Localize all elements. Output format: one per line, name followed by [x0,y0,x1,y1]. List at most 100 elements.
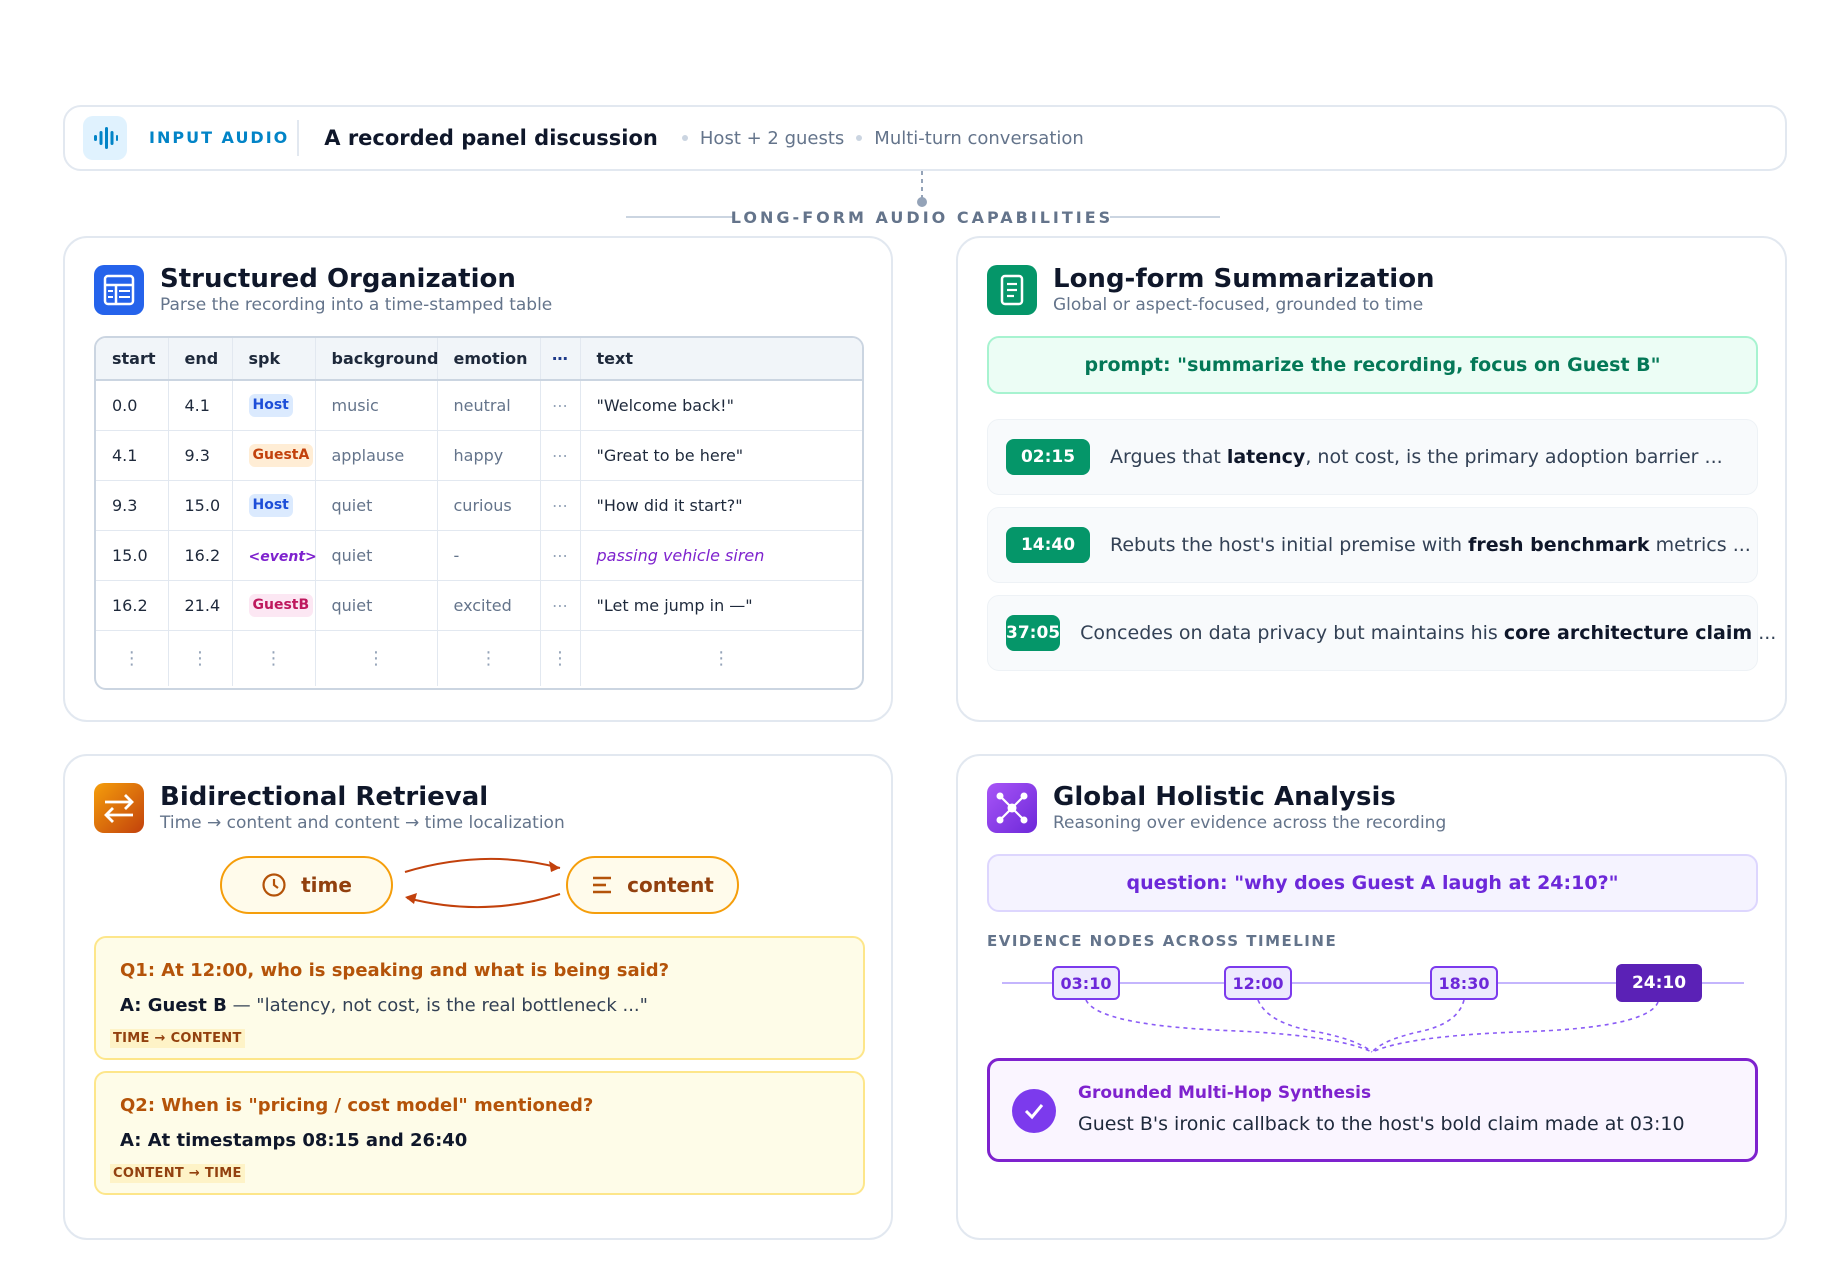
table-header-row: start end spk background emotion ⋯ text [96,338,862,381]
direction-tag: CONTENT → TIME [110,1164,245,1183]
synthesis-title: Grounded Multi-Hop Synthesis [1078,1083,1372,1103]
continuation-dots: ⋮ [168,630,233,686]
cell-more: ⋯ [540,480,581,531]
question-text: Q2: When is "pricing / cost model" menti… [120,1095,594,1116]
holistic-analysis-panel: Global Holistic Analysis Reasoning over … [956,754,1787,1240]
speaker-badge: GuestB [248,593,314,617]
speaker-badge: GuestA [248,443,314,467]
question-text: Q1: At 12:00, who is speaking and what i… [120,960,670,981]
table-continuation-row: ⋮ ⋮ ⋮ ⋮ ⋮ ⋮ ⋮ [96,630,862,686]
cell-text: "Welcome back!" [580,380,862,431]
col-header-spk: spk [232,338,316,381]
cell-start: 16.2 [96,580,169,631]
content-pill: content [566,856,739,914]
cell-background: quiet [315,580,438,631]
continuation-dots: ⋮ [315,630,438,686]
timestamp-badge: 14:40 [1006,527,1090,563]
cell-more: ⋯ [540,580,581,631]
table-row: 4.1 9.3 GuestA applause happy ⋯ "Great t… [96,430,862,481]
lines-icon [593,876,612,894]
cell-emotion: excited [437,580,541,631]
continuation-dots: ⋮ [96,630,169,686]
panel-title: Structured Organization [160,264,516,294]
panel-subtitle: Parse the recording into a time-stamped … [160,295,553,315]
timestamp-badge: 37:05 [1006,615,1061,651]
continuation-dots: ⋮ [437,630,541,686]
speaker-badge: Host [248,493,293,517]
cell-background: applause [315,430,438,481]
target-node: 24:10 [1616,964,1702,1002]
table-row: 9.3 15.0 Host quiet curious ⋯ "How did i… [96,480,862,531]
panel-title: Bidirectional Retrieval [160,782,489,812]
cell-background: quiet [315,480,438,531]
panel-subtitle: Time → content and content → time locali… [160,813,565,833]
check-icon [1012,1089,1056,1133]
cell-text: "Great to be here" [580,430,862,481]
panel-title: Long-form Summarization [1053,264,1435,294]
summarization-panel: Long-form Summarization Global or aspect… [956,236,1787,722]
cell-emotion: happy [437,430,541,481]
col-header-start: start [96,338,169,381]
cell-end: 9.3 [168,430,233,481]
timestamp-badge: 02:15 [1006,439,1090,475]
table-row: 15.0 16.2 <event> quiet - ⋯ passing vehi… [96,530,862,581]
cell-more: ⋯ [540,380,581,431]
panel-subtitle: Global or aspect-focused, grounded to ti… [1053,295,1424,315]
cell-start: 15.0 [96,530,169,581]
cell-emotion: curious [437,480,541,531]
time-pill: time [220,856,393,914]
section-label: LONG-FORM AUDIO CAPABILITIES [730,208,1114,227]
cell-end: 21.4 [168,580,233,631]
col-header-end: end [168,338,233,381]
cell-start: 9.3 [96,480,169,531]
continuation-dots: ⋮ [712,647,731,669]
cell-text: passing vehicle siren [580,530,862,581]
cell-emotion: neutral [437,380,541,431]
summary-text: Rebuts the host's initial premise with f… [1110,534,1751,556]
cell-background: music [315,380,438,431]
evidence-node: 12:00 [1224,966,1292,1000]
synthesis-text: Guest B's ironic callback to the host's … [1078,1113,1685,1135]
continuation-dots: ⋮ [540,630,581,686]
summary-item: 37:05 Concedes on data privacy but maint… [987,595,1776,671]
evidence-timeline [1002,982,1744,1053]
retrieval-panel: Bidirectional Retrieval Time → content a… [63,754,893,1240]
speaker-badge: Host [248,393,293,417]
table-row: 16.2 21.4 GuestB quiet excited ⋯ "Let me… [96,580,862,631]
synthesis-card: Grounded Multi-Hop Synthesis Guest B's i… [987,1058,1758,1162]
cell-more: ⋯ [540,430,581,481]
cell-end: 16.2 [168,530,233,581]
cell-background: quiet [315,530,438,581]
qa-card-time-to-content: Q1: At 12:00, who is speaking and what i… [94,936,865,1060]
time-label: time [301,873,352,897]
content-label: content [627,873,714,897]
answer-text: A: At timestamps 08:15 and 26:40 [120,1130,468,1151]
cell-end: 4.1 [168,380,233,431]
cell-more: ⋯ [540,530,581,581]
summary-text: Argues that latency, not cost, is the pr… [1110,446,1723,468]
timestamp-table: start end spk background emotion ⋯ text … [94,336,864,690]
col-header-background: background [315,338,438,381]
document-icon [987,265,1037,315]
cell-text: "How did it start?" [580,480,862,531]
cell-text: "Let me jump in —" [580,580,862,631]
table-row: 0.0 4.1 Host music neutral ⋯ "Welcome ba… [96,380,862,431]
cell-start: 4.1 [96,430,169,481]
summary-prompt: prompt: "summarize the recording, focus … [987,336,1758,394]
evidence-node: 18:30 [1430,966,1498,1000]
qa-card-content-to-time: Q2: When is "pricing / cost model" menti… [94,1071,865,1195]
structured-organization-panel: Structured Organization Parse the record… [63,236,893,722]
cell-end: 15.0 [168,480,233,531]
clock-icon [262,873,286,897]
table-icon [94,265,144,315]
event-badge: <event> [248,548,317,565]
summary-text: Concedes on data privacy but maintains h… [1080,622,1777,644]
cell-emotion: - [437,530,541,581]
swap-arrows-icon [94,783,144,833]
col-header-emotion: emotion [437,338,541,381]
summary-item: 02:15 Argues that latency, not cost, is … [987,419,1758,495]
direction-tag: TIME → CONTENT [110,1029,245,1048]
answer-text: A: Guest B — "latency, not cost, is the … [120,995,648,1016]
col-header-more: ⋯ [540,338,581,381]
cell-start: 0.0 [96,380,169,431]
